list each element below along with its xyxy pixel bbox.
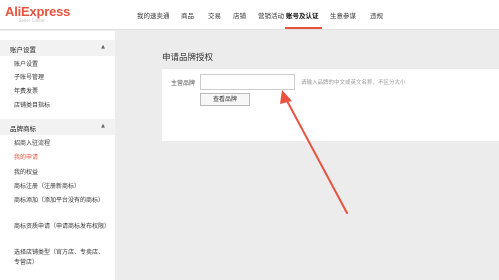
sidebar-item-onboarding-process[interactable]: 招商入驻流程	[14, 139, 109, 149]
main-brand-label: 主营品牌	[171, 80, 196, 87]
section-title: 账户设置	[10, 46, 36, 54]
sidebar-item-annual-fee-invoice[interactable]: 年费发票	[14, 87, 109, 97]
nav-orders[interactable]: 交易	[208, 10, 221, 20]
caret-up-icon: ▲	[101, 44, 105, 50]
sidebar: 账户设置 ▲ 账户设置 子账号管理 年费发票 店铺类目指标 品牌商标 ▲ 招商入…	[0, 31, 115, 280]
nav-store[interactable]: 店铺	[233, 10, 246, 20]
input-hint: 请输入品牌的中文或英文名称，不区分大小	[301, 80, 406, 86]
main-nav: 我的速卖通 商品 交易 店铺 营销活动 账号及认证 生意参谋 违规	[0, 0, 499, 30]
nav-marketing[interactable]: 营销活动	[258, 10, 284, 20]
nav-my-aliexpress[interactable]: 我的速卖通	[137, 10, 170, 20]
sidebar-item-trademark-add[interactable]: 商标添加（添加平台没有的商标）	[14, 196, 109, 206]
top-navbar: AliExpress Seller Center 我的速卖通 商品 交易 店铺 …	[0, 0, 499, 30]
sidebar-item-store-type[interactable]: 选择店铺类型（官方店、专卖店、专营店）	[14, 248, 109, 268]
sidebar-item-account-settings[interactable]: 账户设置	[14, 60, 109, 70]
sidebar-item-sub-accounts[interactable]: 子账号管理	[14, 73, 109, 83]
section-title: 品牌商标	[10, 125, 36, 133]
sidebar-item-trademark-register[interactable]: 商标注册（注册新商标）	[14, 182, 109, 192]
active-tab-underline	[285, 27, 322, 29]
sidebar-item-store-category-metrics[interactable]: 店铺类目指标	[14, 101, 109, 111]
nav-account-verification[interactable]: 账号及认证	[286, 10, 319, 20]
page-title: 申请品牌授权	[162, 53, 214, 63]
brand-authorization-form: 主营品牌 请输入品牌的中文或英文名称，不区分大小 查看品牌	[162, 69, 499, 141]
sidebar-item-my-applications[interactable]: 我的申请	[14, 153, 109, 163]
caret-up-icon: ▲	[101, 123, 105, 129]
sidebar-item-trademark-qualification[interactable]: 商标资质申请（申请商标发布权限）	[14, 222, 110, 232]
nav-products[interactable]: 商品	[181, 10, 194, 20]
sidebar-item-my-rights[interactable]: 我的权益	[14, 168, 109, 178]
section-brand-trademark[interactable]: 品牌商标 ▲	[0, 119, 115, 135]
section-account-settings[interactable]: 账户设置 ▲	[0, 40, 115, 56]
brand-name-input[interactable]	[200, 74, 295, 90]
main-content: 申请品牌授权 主营品牌 请输入品牌的中文或英文名称，不区分大小 查看品牌	[116, 31, 499, 280]
nav-business-advisor[interactable]: 生意参谋	[330, 10, 356, 20]
nav-violations[interactable]: 违规	[370, 10, 383, 20]
view-brand-button[interactable]: 查看品牌	[200, 93, 250, 106]
